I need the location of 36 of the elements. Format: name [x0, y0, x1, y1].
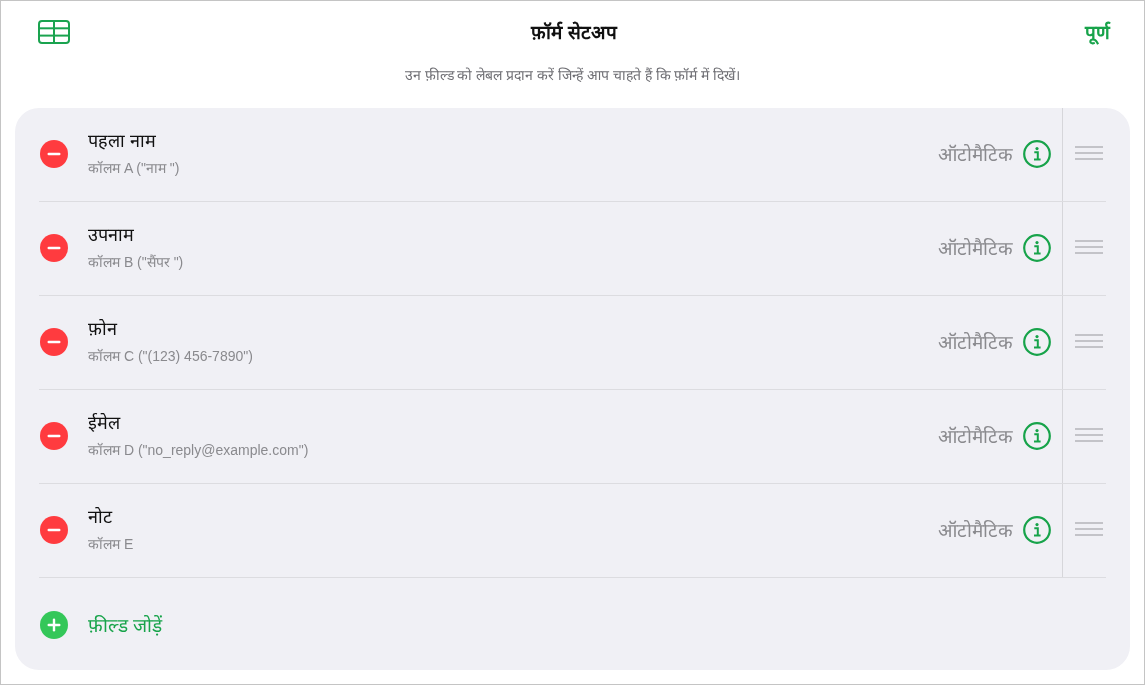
form-title: फ़ॉर्म सेटअप [531, 20, 617, 45]
type-label: ऑटोमैटिक [938, 330, 1013, 355]
column-caption: कॉलम D ("no_reply@example.com") [88, 440, 309, 460]
type-label: ऑटोमैटिक [938, 518, 1013, 543]
info-icon[interactable] [1023, 233, 1051, 262]
info-icon[interactable] [1023, 421, 1051, 450]
info-icon[interactable] [1023, 515, 1051, 544]
minus-circle-icon[interactable] [40, 233, 68, 262]
drag-handle-icon[interactable] [1075, 145, 1103, 160]
minus-circle-icon[interactable] [40, 327, 68, 356]
minus-circle-icon[interactable] [40, 139, 68, 168]
minus-circle-icon[interactable] [40, 515, 68, 544]
field-name: फ़ोन [88, 317, 117, 341]
minus-circle-icon[interactable] [40, 421, 68, 450]
column-caption: कॉलम E [88, 534, 134, 554]
field-name: उपनाम [88, 223, 134, 247]
drag-handle-icon[interactable] [1075, 521, 1103, 536]
add-field-button[interactable]: फ़ील्ड जोड़ें [40, 610, 163, 639]
column-caption: कॉलम B ("सैंपर ") [88, 252, 184, 272]
drag-handle-icon[interactable] [1075, 239, 1103, 254]
info-icon[interactable] [1023, 139, 1051, 168]
field-name: ईमेल [88, 411, 120, 435]
field-name: नोट [88, 505, 112, 529]
drag-handle-icon[interactable] [1075, 333, 1103, 348]
type-label: ऑटोमैटिक [938, 142, 1013, 167]
type-label: ऑटोमैटिक [938, 424, 1013, 449]
column-caption: कॉलम A ("नाम ") [88, 158, 180, 178]
info-icon[interactable] [1023, 327, 1051, 356]
drag-handle-icon[interactable] [1075, 427, 1103, 442]
column-caption: कॉलम C ("(123) 456-7890") [88, 346, 253, 366]
table-icon[interactable] [38, 20, 70, 44]
type-label: ऑटोमैटिक [938, 236, 1013, 261]
field-name: पहला नाम [88, 129, 156, 153]
done-button[interactable]: पूर्ण [1085, 19, 1110, 45]
instruction-text: उन फ़ील्ड को लेबल प्रदान करें जिन्हें आप चाहते हैं कि फ़ॉर्म में दिखें। [403, 66, 742, 85]
plus-circle-icon [40, 610, 68, 639]
